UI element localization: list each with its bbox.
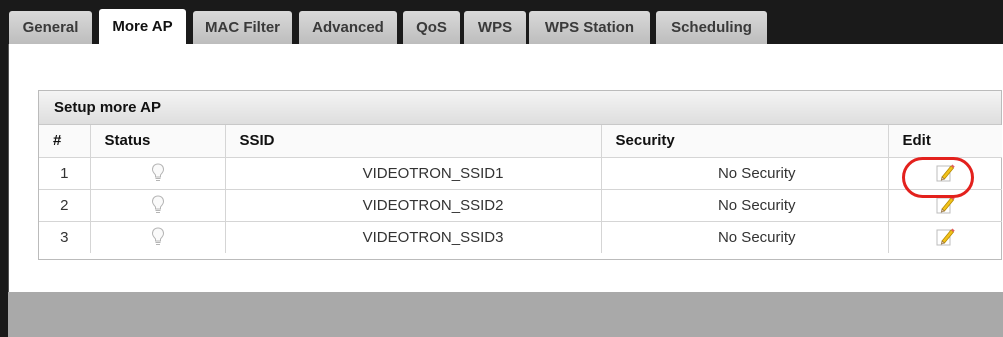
- security-cell: No Security: [601, 221, 889, 253]
- column-header-edit: Edit: [888, 125, 1002, 158]
- table-row: 1 VIDEOTRON_SSID1 No Security: [39, 157, 1002, 190]
- status-cell: [90, 157, 226, 190]
- edit-pencil-icon[interactable]: [935, 227, 955, 247]
- column-header-number: #: [39, 125, 91, 158]
- bottom-band: [8, 292, 1003, 337]
- tab-mac-filter[interactable]: MAC Filter: [193, 11, 292, 44]
- row-number: 3: [39, 221, 91, 253]
- tab-advanced[interactable]: Advanced: [299, 11, 397, 44]
- security-cell: No Security: [601, 189, 889, 222]
- row-number: 2: [39, 189, 91, 222]
- tab-wps-station[interactable]: WPS Station: [529, 11, 650, 44]
- status-cell: [90, 189, 226, 222]
- column-header-status: Status: [90, 125, 226, 158]
- edit-cell: [888, 157, 1002, 190]
- ssid-cell: VIDEOTRON_SSID1: [225, 157, 602, 190]
- lightbulb-off-icon: [151, 163, 164, 181]
- table-header-row: # Status SSID Security Edit: [39, 125, 1002, 158]
- table-row: 2 VIDEOTRON_SSID2 No Security: [39, 189, 1002, 222]
- column-header-ssid: SSID: [225, 125, 602, 158]
- edit-cell: [888, 221, 1002, 253]
- row-number: 1: [39, 157, 91, 190]
- tab-more-ap[interactable]: More AP: [99, 9, 186, 44]
- edit-cell: [888, 189, 1002, 222]
- edit-pencil-icon[interactable]: [935, 195, 955, 215]
- ssid-cell: VIDEOTRON_SSID3: [225, 221, 602, 253]
- ssid-cell: VIDEOTRON_SSID2: [225, 189, 602, 222]
- tab-wps[interactable]: WPS: [464, 11, 526, 44]
- lightbulb-off-icon: [151, 195, 164, 213]
- tab-scheduling[interactable]: Scheduling: [656, 11, 767, 44]
- table-row: 3 VIDEOTRON_SSID3 No Security: [39, 221, 1002, 253]
- left-frame-strip: [0, 44, 8, 337]
- tab-bar: General More AP MAC Filter Advanced QoS …: [0, 0, 1003, 44]
- tab-qos[interactable]: QoS: [403, 11, 460, 44]
- setup-more-ap-section: Setup more AP # Status SSID Security Edi…: [38, 90, 1002, 260]
- status-cell: [90, 221, 226, 253]
- edit-pencil-icon[interactable]: [935, 163, 955, 183]
- tab-general[interactable]: General: [9, 11, 92, 44]
- security-cell: No Security: [601, 157, 889, 190]
- section-title: Setup more AP: [39, 91, 1001, 125]
- column-header-security: Security: [601, 125, 889, 158]
- lightbulb-off-icon: [151, 227, 164, 246]
- more-ap-table: # Status SSID Security Edit 1 VIDEOTRON_…: [39, 125, 1002, 253]
